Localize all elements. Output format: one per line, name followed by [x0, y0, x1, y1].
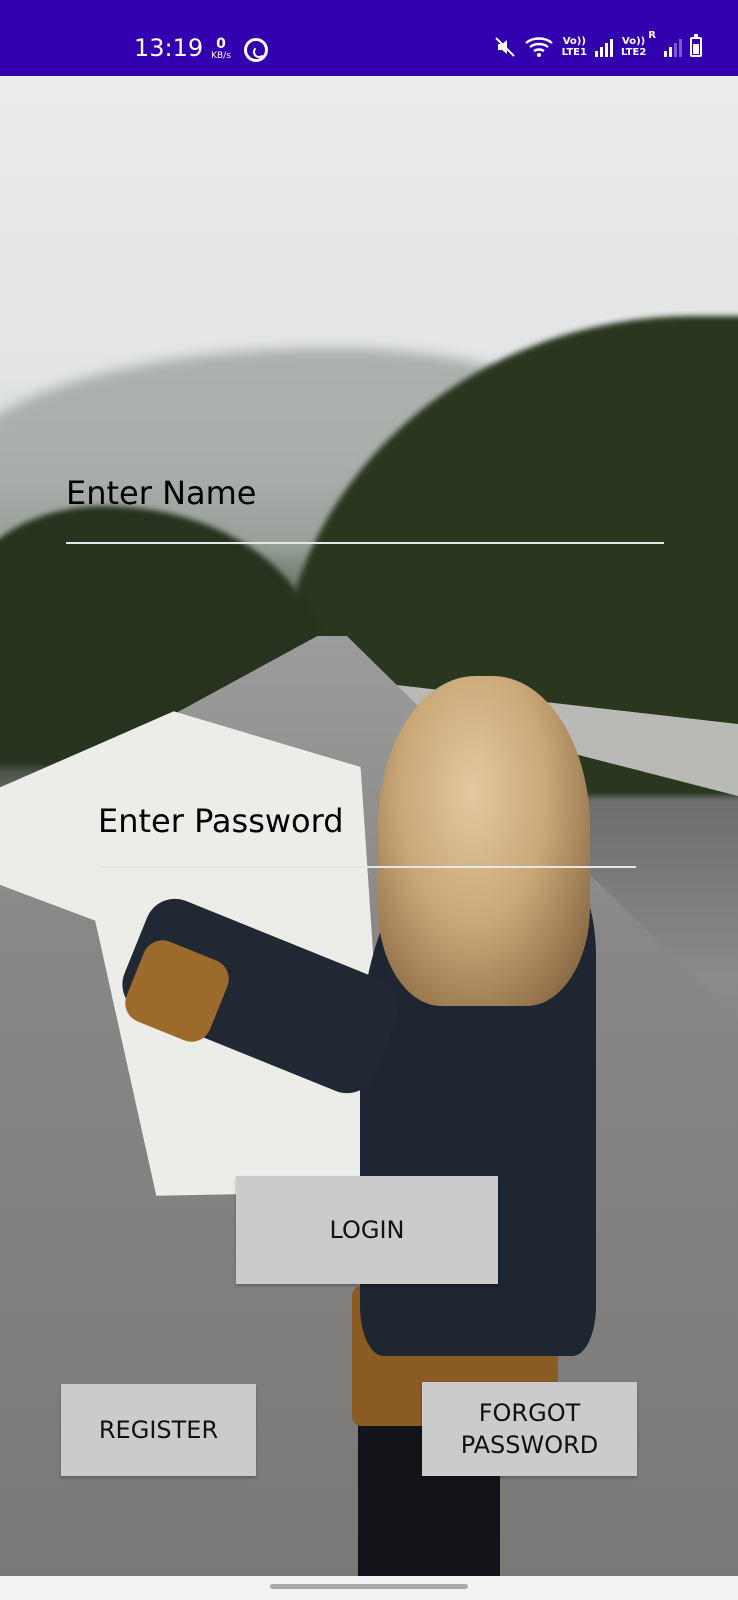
forgot-password-label: FORGOT PASSWORD	[460, 1399, 599, 1459]
wifi-icon	[524, 37, 553, 57]
name-underline	[66, 542, 664, 544]
home-gesture-handle[interactable]	[270, 1584, 468, 1589]
status-bar: 13:19 0 KB/s Vo)) LTE1 Vo)) LTE2 R	[0, 0, 738, 76]
mute-icon	[494, 37, 515, 57]
signal-icon	[594, 37, 613, 57]
navigation-bar	[0, 1576, 738, 1600]
name-input[interactable]: Enter Name	[66, 474, 256, 512]
signal-icon-sim2	[664, 37, 682, 57]
whatsapp-icon	[244, 38, 268, 62]
person-hair	[378, 676, 590, 1006]
roaming-label: R	[648, 30, 656, 41]
data-speed-indicator: 0 KB/s	[208, 36, 234, 62]
data-speed-unit: KB/s	[211, 51, 231, 61]
password-placeholder: Enter Password	[98, 802, 344, 840]
sim2-label: Vo)) LTE2	[620, 36, 647, 58]
password-underline	[98, 866, 636, 868]
sim1-label: Vo)) LTE1	[561, 36, 587, 58]
status-icons: Vo)) LTE1 Vo)) LTE2 R	[494, 30, 702, 58]
register-button[interactable]: REGISTER	[61, 1384, 256, 1476]
login-button[interactable]: LOGIN	[236, 1176, 498, 1284]
password-input[interactable]: Enter Password	[98, 802, 344, 840]
forgot-password-button[interactable]: FORGOT PASSWORD	[422, 1382, 637, 1476]
data-speed-value: 0	[216, 36, 226, 52]
name-placeholder: Enter Name	[66, 474, 257, 512]
battery-icon	[690, 34, 702, 57]
status-time: 13:19	[134, 34, 204, 62]
